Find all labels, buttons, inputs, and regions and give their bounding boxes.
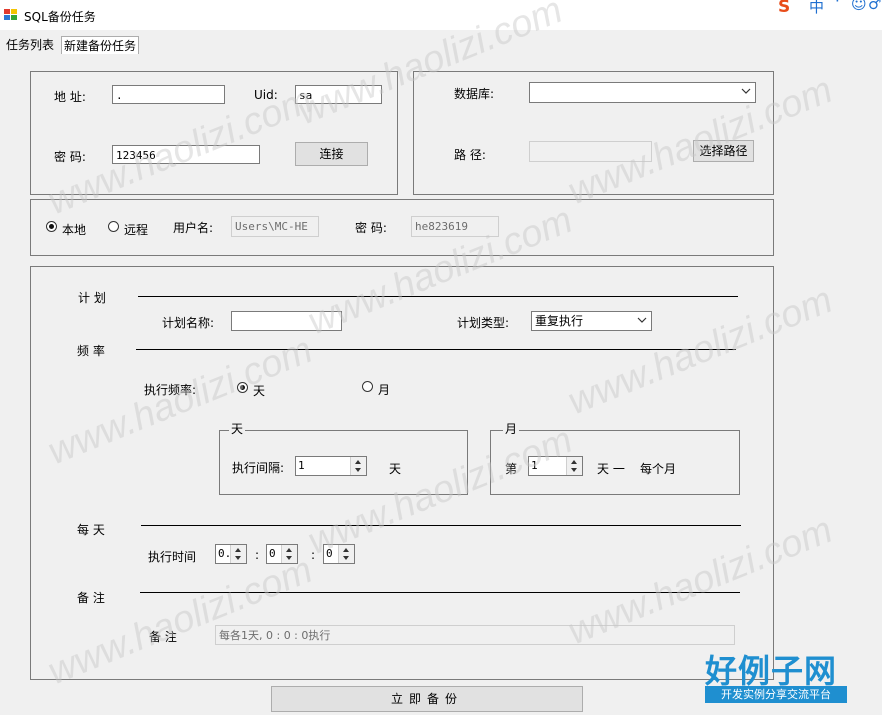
- frequency-month-label: 月: [378, 383, 391, 397]
- tab-task-list[interactable]: 任务列表: [4, 36, 56, 54]
- password-label: 密 码:: [54, 150, 86, 164]
- month-group-title: 月: [503, 420, 520, 437]
- notes-input[interactable]: 每各1天, 0 : 0 : 0执行: [215, 625, 735, 645]
- arrow-down-icon[interactable]: [286, 556, 292, 560]
- input-mode-icon[interactable]: 中: [809, 0, 824, 16]
- section-divider: [136, 349, 736, 350]
- sogou-logo-icon[interactable]: S: [778, 0, 790, 17]
- window-title: SQL备份任务: [24, 10, 96, 24]
- uid-label: Uid:: [254, 88, 278, 102]
- interval-stepper[interactable]: 1: [295, 456, 367, 476]
- app-icon: [4, 9, 17, 20]
- chevron-down-icon: [741, 88, 751, 94]
- second-stepper[interactable]: 0: [323, 544, 355, 564]
- username-input[interactable]: Users\MC-HE: [231, 216, 319, 237]
- arrow-up-icon[interactable]: [355, 460, 361, 464]
- local-radio[interactable]: [46, 221, 57, 232]
- arrow-down-icon[interactable]: [355, 468, 361, 472]
- frequency-month-radio[interactable]: [362, 381, 373, 392]
- month-prefix-label: 第: [505, 462, 518, 476]
- tab-new-backup-task[interactable]: 新建备份任务: [61, 36, 140, 55]
- minute-stepper[interactable]: 0: [266, 544, 298, 564]
- arrow-up-icon[interactable]: [343, 548, 349, 552]
- plan-type-value: 重复执行: [535, 314, 584, 328]
- local-label: 本地: [62, 223, 87, 237]
- notes-label: 备 注: [149, 630, 177, 644]
- month-suffix-label: 天 一: [597, 462, 625, 476]
- settings-icon[interactable]: ♂: [868, 0, 881, 15]
- arrow-up-icon[interactable]: [571, 460, 577, 464]
- remote-label: 远程: [124, 223, 149, 237]
- watermark-logo-subtitle: 开发实例分享交流平台: [705, 686, 847, 703]
- exec-time-label: 执行时间: [148, 550, 197, 564]
- connect-button[interactable]: 连接: [295, 142, 368, 166]
- month-every-label: 每个月: [640, 462, 677, 476]
- username-label: 用户名:: [173, 221, 214, 235]
- time-separator: :: [255, 548, 260, 562]
- time-separator: :: [311, 548, 316, 562]
- chevron-down-icon: [637, 317, 647, 323]
- path-label: 路 径:: [454, 148, 486, 162]
- arrow-down-icon[interactable]: [571, 468, 577, 472]
- uid-input[interactable]: sa: [295, 85, 382, 104]
- stepper-buttons[interactable]: [338, 545, 354, 563]
- arrow-up-icon[interactable]: [235, 548, 241, 552]
- month-day-stepper[interactable]: 1: [528, 456, 583, 476]
- interval-value: 1: [298, 459, 305, 472]
- remote-password-input[interactable]: he823619: [411, 216, 499, 237]
- minute-value: 0: [269, 547, 276, 560]
- database-select[interactable]: [529, 82, 756, 103]
- title-bar: [0, 0, 882, 30]
- interval-unit-label: 天: [389, 462, 402, 476]
- arrow-down-icon[interactable]: [343, 556, 349, 560]
- database-label: 数据库:: [454, 87, 495, 101]
- backup-now-button[interactable]: 立即备份: [271, 686, 583, 712]
- interval-label: 执行间隔:: [232, 461, 285, 475]
- section-divider: [138, 296, 738, 297]
- frequency-day-radio[interactable]: [237, 382, 248, 393]
- password-input[interactable]: 123456: [112, 145, 260, 164]
- punctuation-icon[interactable]: ·: [835, 0, 840, 12]
- emoji-icon[interactable]: ☺: [851, 0, 867, 15]
- section-daily-title: 每 天: [77, 523, 105, 537]
- arrow-down-icon[interactable]: [235, 556, 241, 560]
- section-frequency-title: 频 率: [77, 344, 105, 358]
- plan-name-input[interactable]: [231, 311, 342, 331]
- remote-radio[interactable]: [108, 221, 119, 232]
- hour-stepper[interactable]: 0.: [215, 544, 247, 564]
- choose-path-button[interactable]: 选择路径: [693, 140, 754, 162]
- arrow-up-icon[interactable]: [286, 548, 292, 552]
- stepper-buttons[interactable]: [350, 457, 366, 475]
- plan-name-label: 计划名称:: [162, 316, 215, 330]
- path-input[interactable]: [529, 141, 652, 162]
- second-value: 0: [326, 547, 333, 560]
- section-divider: [141, 525, 741, 526]
- section-plan-title: 计 划: [78, 291, 106, 305]
- stepper-buttons[interactable]: [566, 457, 582, 475]
- address-input[interactable]: .: [112, 85, 225, 104]
- day-group-title: 天: [229, 420, 246, 437]
- plan-type-label: 计划类型:: [457, 316, 510, 330]
- frequency-day-label: 天: [253, 384, 266, 398]
- section-notes-title: 备 注: [77, 591, 105, 605]
- plan-type-select[interactable]: 重复执行: [531, 311, 652, 331]
- stepper-buttons[interactable]: [281, 545, 297, 563]
- stepper-buttons[interactable]: [230, 545, 246, 563]
- frequency-label: 执行频率:: [144, 383, 197, 397]
- month-day-value: 1: [531, 459, 538, 472]
- section-divider: [140, 592, 740, 593]
- address-label: 地 址:: [54, 90, 86, 104]
- remote-password-label: 密 码:: [355, 221, 387, 235]
